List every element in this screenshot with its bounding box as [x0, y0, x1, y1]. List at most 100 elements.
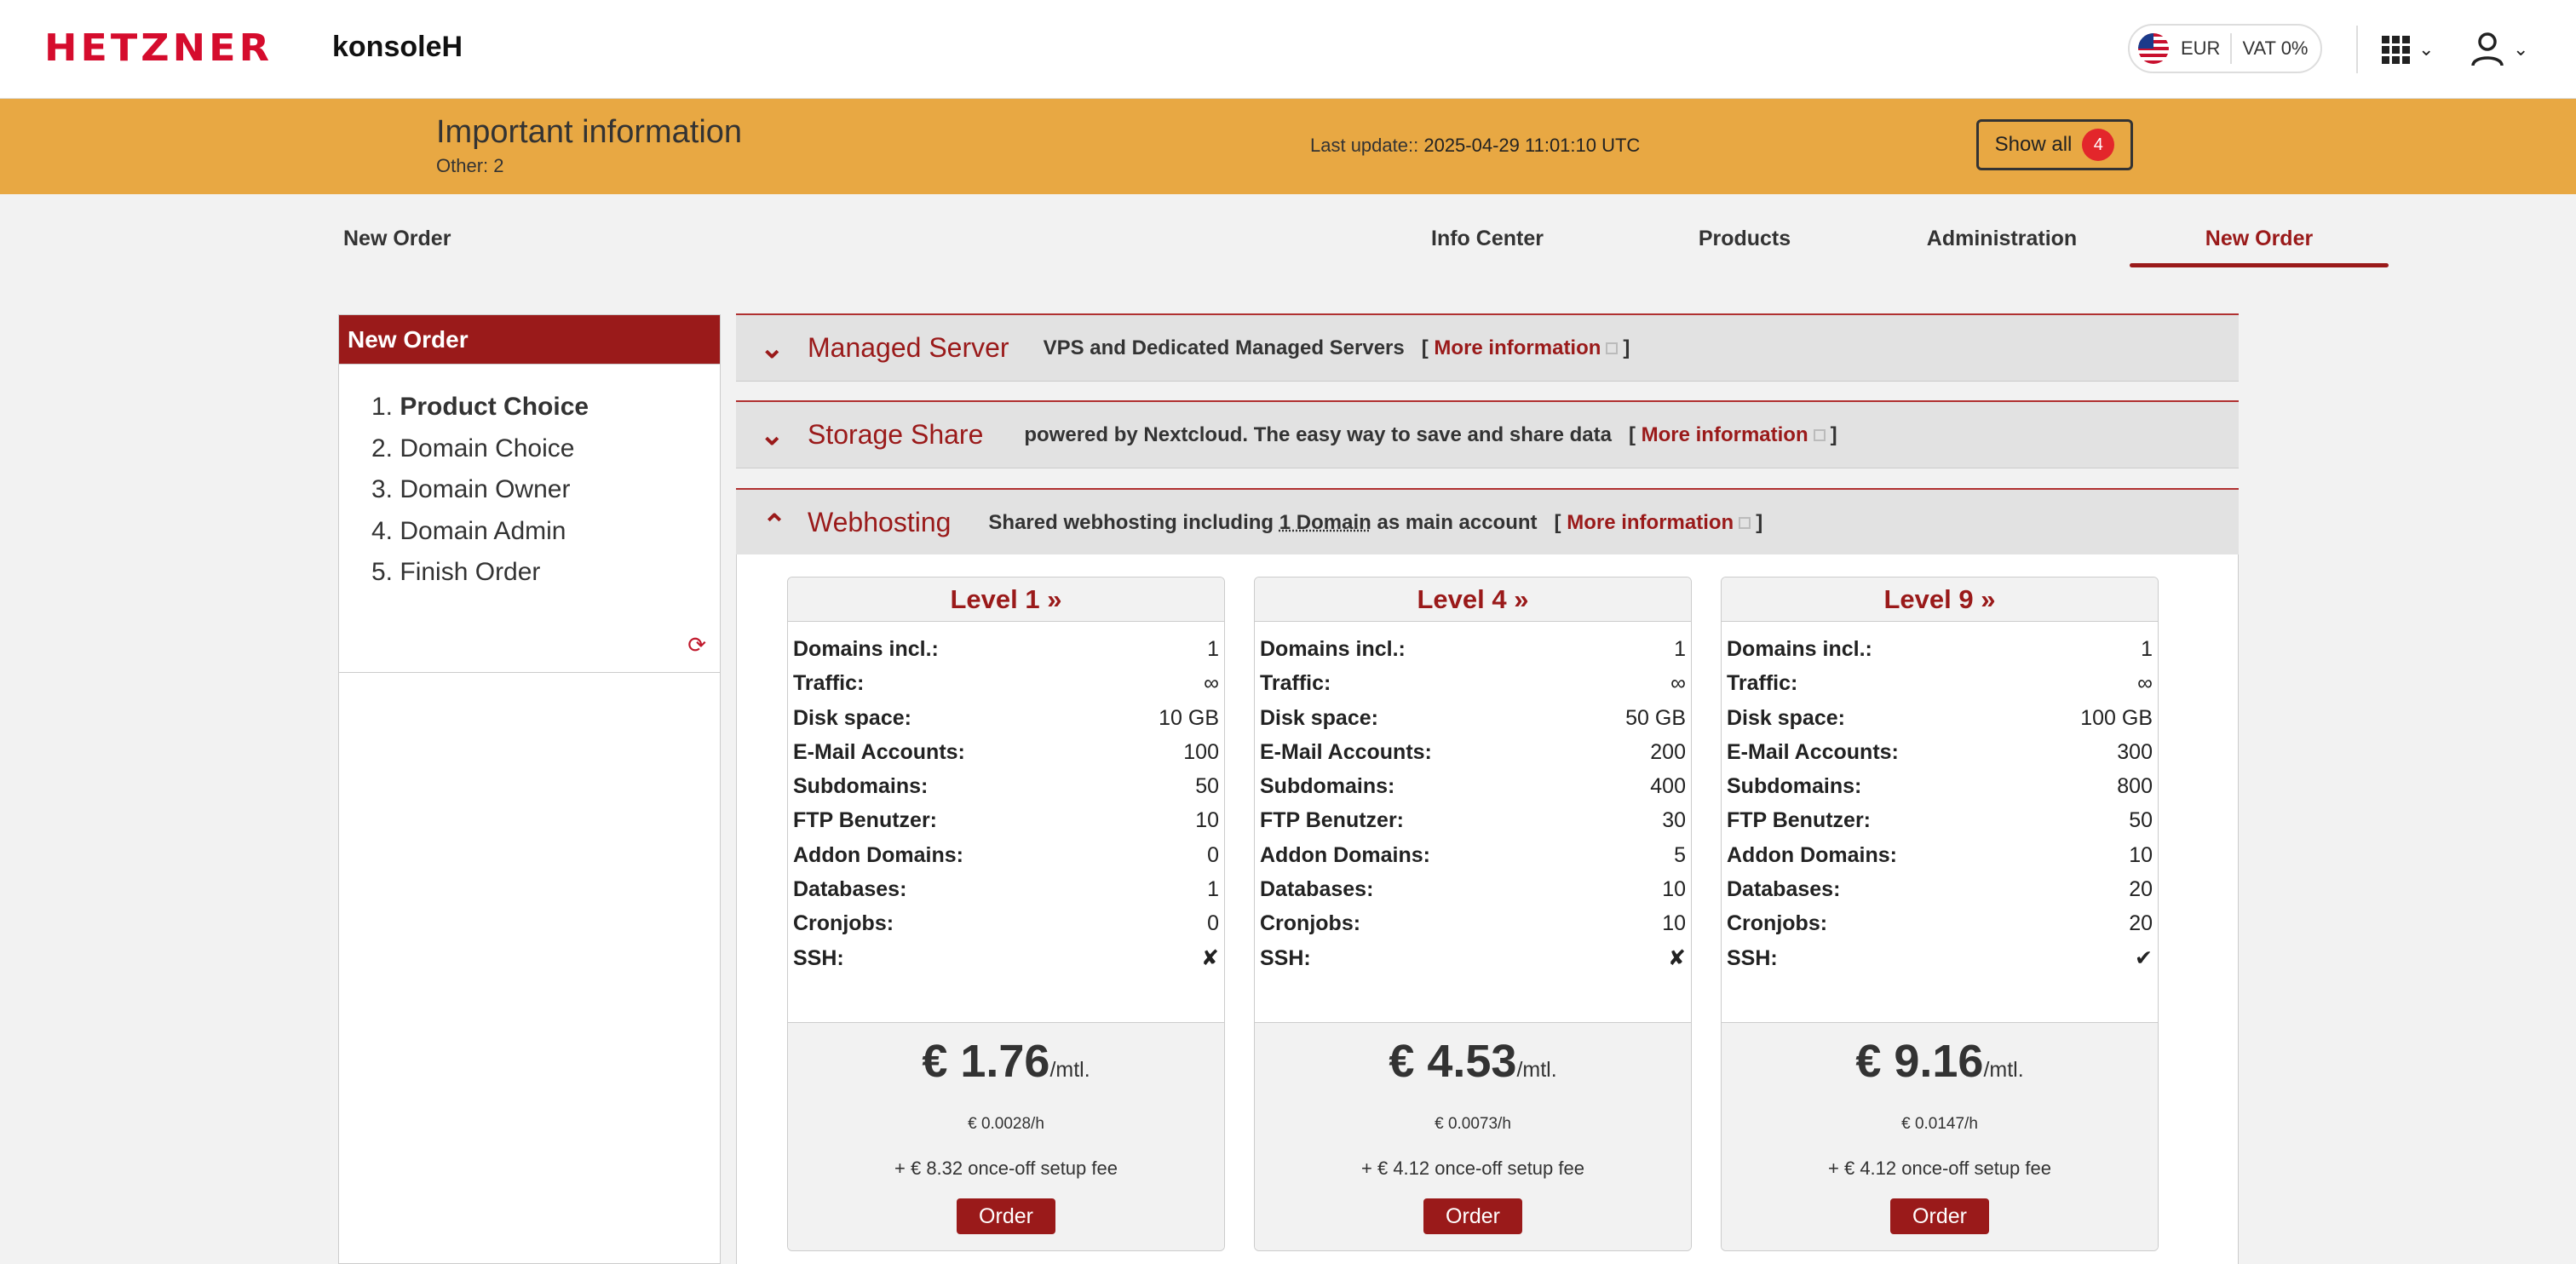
feature-row: Subdomains: 400 — [1260, 774, 1686, 799]
external-link-icon — [1739, 517, 1751, 530]
plan-features: Domains incl.: 1 Traffic: ∞ Disk space: 10 … — [788, 622, 1224, 1022]
feature-row: Traffic: ∞ — [1260, 671, 1686, 696]
more-info-link[interactable]: More information — [1434, 336, 1601, 359]
last-update-label: Last update:: — [1310, 135, 1419, 156]
feature-row: Disk space: 10 GB — [793, 705, 1219, 730]
setup-fee: + € 4.12 once-off setup fee — [1361, 1158, 1584, 1179]
step-item[interactable]: 3. Domain Owner — [371, 469, 720, 511]
more-info: [ More information] — [1554, 510, 1763, 534]
notification-count-badge: 4 — [2082, 129, 2115, 161]
section-description: Shared webhosting including 1 Domain as … — [988, 510, 1538, 534]
more-info: [ More information] — [1421, 336, 1630, 359]
show-all-label: Show all — [1994, 133, 2073, 156]
sidebar-title: New Order — [339, 315, 720, 365]
plan-pricing: € 9.16/mtl. € 0.0147/h + € 4.12 once-off… — [1722, 1022, 2158, 1250]
plan-card-level-4: Level 4 » Domains incl.: 1 Traffic: ∞ Disk… — [1254, 577, 1692, 1251]
feature-row: Subdomains: 800 — [1727, 774, 2153, 799]
feature-row: Addon Domains: 5 — [1260, 842, 1686, 867]
more-info-link[interactable]: More information — [1567, 511, 1734, 534]
page-title: New Order — [343, 227, 451, 250]
section-title: Managed Server — [808, 332, 1009, 363]
feature-row: Cronjobs: 20 — [1727, 911, 2153, 936]
app-name: konsoleH — [332, 31, 463, 63]
feature-row: SSH: ✔ — [1727, 945, 2153, 970]
header-divider — [2356, 26, 2358, 73]
plan-features: Domains incl.: 1 Traffic: ∞ Disk space: 100… — [1722, 622, 2158, 1022]
us-flag-icon — [2138, 33, 2169, 64]
chevron-down-icon: ⌄ — [760, 331, 785, 365]
steps-list: 1. Product Choice 2. Domain Choice 3. Do… — [339, 365, 720, 594]
order-steps-sidebar: New Order 1. Product Choice 2. Domain Ch… — [338, 314, 721, 1264]
chevron-up-icon: ⌄ — [762, 506, 787, 539]
nav-info-center[interactable]: Info Center — [1402, 227, 1573, 251]
feature-row: Databases: 1 — [793, 877, 1219, 902]
sidebar-steps-panel: 1. Product Choice 2. Domain Choice 3. Do… — [339, 365, 720, 673]
user-menu-button[interactable]: ⌄ — [2470, 29, 2539, 70]
feature-row: Subdomains: 50 — [793, 774, 1219, 799]
feature-row: Traffic: ∞ — [793, 671, 1219, 696]
monthly-price: € 9.16/mtl. — [1855, 1036, 2024, 1087]
chevron-down-icon: ⌄ — [2418, 38, 2435, 60]
last-update-value: 2025-04-29 11:01:10 UTC — [1423, 135, 1641, 156]
refresh-icon[interactable]: ⟳ — [687, 632, 706, 658]
feature-row: SSH: ✘ — [793, 945, 1219, 970]
feature-row: Disk space: 100 GB — [1727, 705, 2153, 730]
feature-row: SSH: ✘ — [1260, 945, 1686, 970]
banner-other-label: Other: — [436, 155, 489, 176]
order-button[interactable]: Order — [1423, 1198, 1522, 1234]
banner-other-count: 2 — [493, 155, 504, 176]
nav-products[interactable]: Products — [1659, 227, 1830, 251]
plan-title[interactable]: Level 1 » — [788, 577, 1224, 622]
domain-tooltip-link[interactable]: 1 Domain — [1279, 511, 1371, 534]
order-button[interactable]: Order — [1890, 1198, 1989, 1234]
section-description: powered by Nextcloud. The easy way to sa… — [1024, 422, 1612, 446]
hetzner-logo[interactable]: HETZNER — [44, 26, 273, 70]
feature-row: Databases: 20 — [1727, 877, 2153, 902]
plan-card-level-1: Level 1 » Domains incl.: 1 Traffic: ∞ Disk… — [787, 577, 1225, 1251]
step-item[interactable]: 1. Product Choice — [371, 387, 720, 428]
section-webhosting[interactable]: ⌄ Webhosting Shared webhosting including… — [736, 488, 2239, 556]
more-info-link[interactable]: More information — [1642, 423, 1808, 446]
plan-title[interactable]: Level 9 » — [1722, 577, 2158, 622]
section-managed-server[interactable]: ⌄ Managed Server VPS and Dedicated Manag… — [736, 313, 2239, 382]
vat-label: VAT 0% — [2242, 37, 2309, 59]
locale-selector[interactable]: EUR VAT 0% — [2128, 24, 2322, 73]
plan-title[interactable]: Level 4 » — [1255, 577, 1691, 622]
plan-card-level-9: Level 9 » Domains incl.: 1 Traffic: ∞ Disk… — [1721, 577, 2159, 1251]
hourly-price: € 0.0028/h — [968, 1115, 1044, 1133]
currency-label: EUR — [2181, 33, 2233, 64]
feature-row: Traffic: ∞ — [1727, 671, 2153, 696]
feature-row: Addon Domains: 10 — [1727, 842, 2153, 867]
chevron-down-icon: ⌄ — [760, 418, 785, 451]
plan-features: Domains incl.: 1 Traffic: ∞ Disk space: 50 … — [1255, 622, 1691, 1022]
top-header: HETZNER konsoleH EUR VAT 0% ⌄ ⌄ — [0, 0, 2576, 99]
feature-row: Domains incl.: 1 — [1260, 637, 1686, 661]
feature-row: Addon Domains: 0 — [793, 842, 1219, 867]
feature-row: E-Mail Accounts: 100 — [793, 739, 1219, 764]
chevron-down-icon: ⌄ — [2513, 38, 2529, 60]
feature-row: E-Mail Accounts: 300 — [1727, 739, 2153, 764]
nav-new-order[interactable]: New Order — [2174, 227, 2344, 251]
plan-pricing: € 4.53/mtl. € 0.0073/h + € 4.12 once-off… — [1255, 1022, 1691, 1250]
hourly-price: € 0.0147/h — [1901, 1115, 1978, 1133]
banner-other: Other: 2 — [436, 155, 504, 177]
step-item[interactable]: 2. Domain Choice — [371, 428, 720, 470]
monthly-price: € 1.76/mtl. — [922, 1036, 1090, 1087]
apps-menu-button[interactable]: ⌄ — [2382, 31, 2447, 68]
apps-grid-icon — [2382, 35, 2410, 64]
monthly-price: € 4.53/mtl. — [1389, 1036, 1557, 1087]
step-item[interactable]: 5. Finish Order — [371, 552, 720, 594]
feature-row: Cronjobs: 0 — [793, 911, 1219, 936]
order-button[interactable]: Order — [957, 1198, 1055, 1234]
nav-administration[interactable]: Administration — [1917, 227, 2087, 251]
feature-row: FTP Benutzer: 30 — [1260, 808, 1686, 833]
section-storage-share[interactable]: ⌄ Storage Share powered by Nextcloud. Th… — [736, 400, 2239, 468]
user-icon — [2471, 32, 2504, 66]
section-description: VPS and Dedicated Managed Servers — [1043, 336, 1405, 359]
nav-active-indicator — [2130, 263, 2389, 267]
step-item[interactable]: 4. Domain Admin — [371, 511, 720, 553]
section-title: Storage Share — [808, 419, 984, 450]
feature-row: E-Mail Accounts: 200 — [1260, 739, 1686, 764]
show-all-button[interactable]: Show all 4 — [1976, 119, 2133, 170]
setup-fee: + € 8.32 once-off setup fee — [894, 1158, 1118, 1179]
